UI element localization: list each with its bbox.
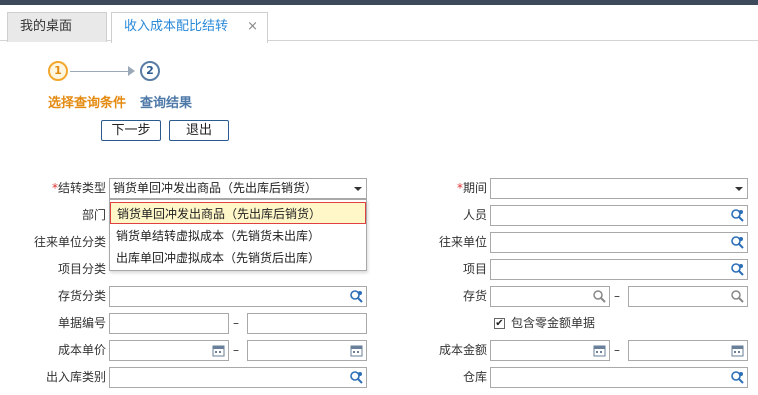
cost-price-label: 成本单价 — [57, 343, 106, 357]
range-dash: – — [233, 316, 239, 330]
caret-down-icon[interactable] — [735, 187, 743, 191]
close-icon[interactable]: × — [247, 13, 258, 41]
project-category-label: 项目分类 — [57, 262, 106, 276]
cost-price-to-input[interactable] — [247, 340, 367, 361]
department-label: 部门 — [81, 208, 106, 222]
period-label-text: 期间 — [462, 181, 487, 195]
range-dash: – — [614, 343, 620, 357]
arrow-right-icon — [128, 66, 135, 76]
tab-strip: 我的桌面 收入成本配比结转 × — [0, 5, 758, 43]
inventory-label: 存货 — [462, 289, 487, 303]
transfer-type-label-text: 结转类型 — [57, 181, 106, 195]
partner-category-label: 往来单位分类 — [33, 235, 106, 249]
doc-number-label: 单据编号 — [57, 316, 106, 330]
calendar-icon[interactable] — [730, 343, 745, 358]
tab-label: 收入成本配比结转 — [124, 19, 229, 34]
tab-label: 我的桌面 — [20, 19, 73, 34]
dropdown-option-1[interactable]: 销货单回冲发出商品（先出库后销货） — [110, 202, 366, 224]
io-category-label: 出入库类别 — [45, 370, 106, 384]
search-icon[interactable] — [730, 289, 745, 304]
calendar-icon[interactable] — [349, 343, 364, 358]
exit-button[interactable]: 退出 — [169, 120, 229, 141]
tab-my-desktop[interactable]: 我的桌面 — [7, 12, 107, 42]
transfer-type-select[interactable]: 销货单回冲发出商品（先出库后销货） — [109, 178, 367, 199]
cost-amount-to-input[interactable] — [628, 340, 748, 361]
magnifier-user-icon[interactable] — [730, 235, 745, 250]
io-category-input[interactable] — [109, 367, 367, 388]
cost-amount-from-input[interactable] — [490, 340, 610, 361]
magnifier-user-icon[interactable] — [349, 289, 364, 304]
include-zero-label: 包含零金额单据 — [511, 316, 596, 330]
period-label: *期间 — [400, 178, 487, 198]
project-input[interactable] — [490, 259, 748, 280]
project-label: 项目 — [462, 262, 487, 276]
range-dash: – — [233, 343, 239, 357]
inventory-to-input[interactable] — [628, 286, 748, 307]
next-step-button[interactable]: 下一步 — [101, 120, 161, 141]
step-2-label: 查询结果 — [140, 96, 193, 111]
period-select[interactable] — [490, 178, 748, 199]
step-2-indicator: 2 — [140, 61, 160, 81]
transfer-type-value: 销货单回冲发出商品（先出库后销货） — [113, 181, 318, 195]
transfer-type-label: *结转类型 — [20, 178, 106, 198]
partner-label: 往来单位 — [438, 235, 487, 249]
dropdown-option-3[interactable]: 出库单回冲虚拟成本（先销货后出库） — [114, 247, 320, 269]
include-zero-checkbox[interactable]: ✔ — [494, 318, 505, 329]
magnifier-user-icon[interactable] — [349, 370, 364, 385]
magnifier-user-icon[interactable] — [730, 262, 745, 277]
warehouse-label: 仓库 — [462, 370, 487, 384]
step-1-indicator: 1 — [48, 61, 68, 81]
tab-income-cost-matching[interactable]: 收入成本配比结转 × — [111, 12, 268, 43]
inventory-from-input[interactable] — [490, 286, 610, 307]
staff-label: 人员 — [462, 208, 487, 222]
inventory-category-label: 存货分类 — [57, 289, 106, 303]
step-connector — [70, 71, 132, 72]
search-icon[interactable] — [592, 289, 607, 304]
cost-amount-label: 成本金额 — [438, 343, 487, 357]
staff-input[interactable] — [490, 205, 748, 226]
magnifier-user-icon[interactable] — [730, 208, 745, 223]
partner-input[interactable] — [490, 232, 748, 253]
step-1-label: 选择查询条件 — [48, 96, 127, 111]
warehouse-input[interactable] — [490, 367, 748, 388]
calendar-icon[interactable] — [592, 343, 607, 358]
dropdown-option-2[interactable]: 销货单结转虚拟成本（先销货未出库） — [114, 225, 320, 247]
caret-down-icon[interactable] — [354, 187, 362, 191]
doc-number-from-input[interactable] — [109, 313, 229, 334]
range-dash: – — [614, 289, 620, 303]
doc-number-to-input[interactable] — [247, 313, 367, 334]
inventory-category-input[interactable] — [109, 286, 367, 307]
magnifier-user-icon[interactable] — [730, 370, 745, 385]
calendar-icon[interactable] — [211, 343, 226, 358]
transfer-type-dropdown-list: 销货单回冲发出商品（先出库后销货） 销货单结转虚拟成本（先销货未出库） 出库单回… — [109, 199, 367, 271]
cost-price-from-input[interactable] — [109, 340, 229, 361]
